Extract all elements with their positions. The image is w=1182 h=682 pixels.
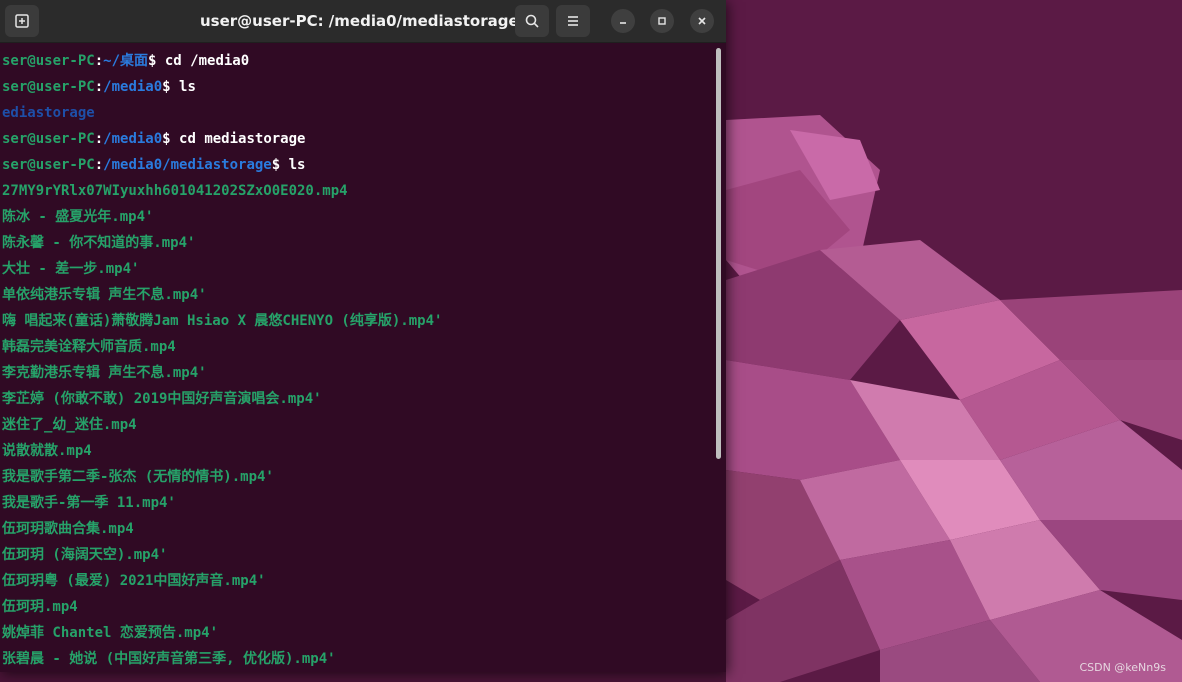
minimize-icon <box>620 22 626 24</box>
prompt-separator: : <box>94 79 104 95</box>
file-entry: 迷住了_幼_迷住.mp4 <box>2 417 137 433</box>
prompt-user: ser@user-PC <box>2 157 95 173</box>
file-entry: 大壮 - 差一步.mp4' <box>2 261 140 277</box>
scrollbar-thumb[interactable] <box>716 48 721 459</box>
search-button[interactable] <box>515 5 549 37</box>
prompt-line: ser@user-PC:/media0/mediastorage$ ls <box>2 152 305 178</box>
prompt-line: ser@user-PC:/media0$ cd mediastorage <box>2 126 305 152</box>
watermark-text: CSDN @keNn9s <box>1079 661 1166 674</box>
file-entry: 张碧晨 - 她说 (中国好声音第三季, 优化版).mp4' <box>2 651 336 667</box>
minimize-button[interactable] <box>611 9 635 33</box>
file-entry: 27MY9rYRlx07WIyuxhh601041202SZxO0E020.mp… <box>2 183 348 199</box>
close-button[interactable] <box>690 9 714 33</box>
file-entry: 陈冰 - 盛夏光年.mp4' <box>2 209 154 225</box>
file-entry: 韩磊完美诠释大师音质.mp4 <box>2 339 176 355</box>
file-entry: 伍珂玥粤 (最爱) 2021中国好声音.mp4' <box>2 573 266 589</box>
file-entry: 嗨 唱起来(童话)萧敬腾Jam Hsiao X 晨悠CHENYO (纯享版).m… <box>2 313 443 329</box>
file-entry: 姚焯菲 Chantel 恋爱预告.mp4' <box>2 625 219 641</box>
menu-button[interactable] <box>556 5 590 37</box>
directory-entry: ediastorage <box>2 105 95 121</box>
maximize-button[interactable] <box>650 9 674 33</box>
prompt-separator: : <box>94 131 104 147</box>
file-entry: 说散就散.mp4 <box>2 443 92 459</box>
file-entry: 伍珂玥歌曲合集.mp4 <box>2 521 134 537</box>
prompt-line: ser@user-PC:~/桌面$ cd /media0 <box>2 48 249 74</box>
file-entry: 我是歌手-第一季 11.mp4' <box>2 495 176 511</box>
prompt-path: ~/桌面 <box>103 53 149 69</box>
file-entry: 伍珂玥.mp4 <box>2 599 78 615</box>
new-tab-icon <box>15 14 29 28</box>
prompt-separator: : <box>94 53 104 69</box>
file-entry: 伍珂玥 (海阔天空).mp4' <box>2 547 168 563</box>
prompt-user: ser@user-PC <box>2 79 95 95</box>
command-text: $ cd /media0 <box>148 53 250 69</box>
file-entry: 李克勤港乐专辑 声生不息.mp4' <box>2 365 207 381</box>
file-entry: 单依纯港乐专辑 声生不息.mp4' <box>2 287 207 303</box>
prompt-separator: : <box>94 157 104 173</box>
prompt-path: /media0 <box>103 79 163 95</box>
file-entry: 李芷婷 (你敢不敢) 2019中国好声音演唱会.mp4' <box>2 391 322 407</box>
search-icon <box>525 14 539 28</box>
terminal-window[interactable]: user@user-PC: /media0/mediastorage ser@u… <box>0 0 726 672</box>
file-entry: 我是歌手第二季-张杰 (无情的情书).mp4' <box>2 469 274 485</box>
prompt-user: ser@user-PC <box>2 131 95 147</box>
file-entry: 陈永馨 - 你不知道的事.mp4' <box>2 235 196 251</box>
terminal-output[interactable]: ser@user-PC:~/桌面$ cd /media0 ser@user-PC… <box>0 43 714 672</box>
hamburger-menu-icon <box>568 16 578 26</box>
prompt-line: ser@user-PC:/media0$ ls <box>2 74 196 100</box>
new-tab-button[interactable] <box>5 5 39 37</box>
prompt-path: /media0 <box>103 131 163 147</box>
command-text: $ ls <box>271 157 306 173</box>
prompt-path: /media0/mediastorage <box>103 157 272 173</box>
window-titlebar[interactable]: user@user-PC: /media0/mediastorage <box>0 0 726 43</box>
close-icon <box>698 17 706 25</box>
window-title: user@user-PC: /media0/mediastorage <box>200 12 519 30</box>
command-text: $ ls <box>162 79 196 95</box>
maximize-icon <box>658 17 666 25</box>
command-text: $ cd mediastorage <box>162 131 306 147</box>
prompt-user: ser@user-PC <box>2 53 95 69</box>
